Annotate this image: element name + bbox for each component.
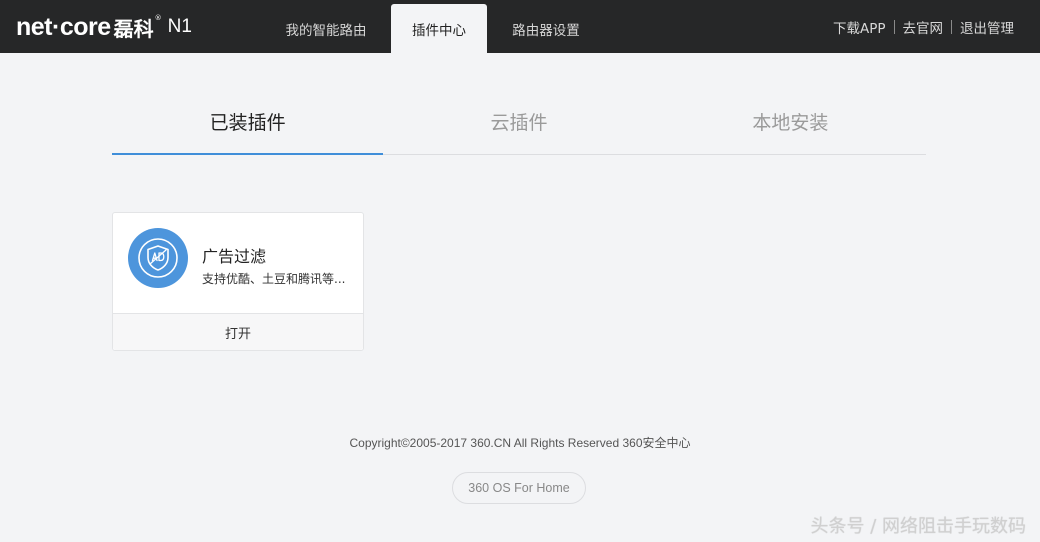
download-app-link[interactable]: 下载APP	[825, 17, 894, 37]
logo-model: N1	[167, 16, 192, 37]
nav-tab-router-settings[interactable]: 路由器设置	[496, 4, 596, 53]
copyright-text: Copyright©2005-2017 360.CN All Rights Re…	[349, 436, 691, 450]
nav-tab-plugin-center[interactable]: 插件中心	[391, 4, 487, 53]
top-links: 下载APP 去官网 退出管理	[825, 0, 1014, 53]
logo-registered-mark: ®	[154, 14, 162, 22]
top-bar: net·core 磊科 ® N1 我的智能路由 插件中心 路由器设置 下载APP…	[0, 0, 1040, 53]
plugin-description: 支持优酷、土豆和腾讯等...	[202, 272, 346, 286]
plugin-title: 广告过滤	[202, 247, 267, 266]
logo-brand-cn: 磊科	[113, 16, 154, 41]
watermark-text: 头条号 / 网络阻击手玩数码	[810, 516, 1026, 537]
open-plugin-button[interactable]: 打开	[113, 313, 363, 350]
subtab-cloud-plugins[interactable]: 云插件	[383, 96, 654, 154]
brand-logo[interactable]: net·core 磊科 ® N1	[16, 11, 192, 43]
official-site-link[interactable]: 去官网	[895, 17, 952, 37]
plugin-card: 广告过滤 支持优酷、土豆和腾讯等... 打开	[112, 212, 364, 351]
os-badge: 360 OS For Home	[452, 472, 586, 504]
nav-tab-my-router[interactable]: 我的智能路由	[266, 4, 386, 53]
plugin-subtabs: 已装插件 云插件 本地安装	[112, 96, 926, 155]
ad-shield-icon	[128, 228, 188, 288]
logo-brand: net·core	[16, 12, 111, 41]
subtab-local-install[interactable]: 本地安装	[655, 96, 926, 154]
subtab-installed-plugins[interactable]: 已装插件	[112, 96, 384, 155]
logout-link[interactable]: 退出管理	[952, 17, 1014, 37]
